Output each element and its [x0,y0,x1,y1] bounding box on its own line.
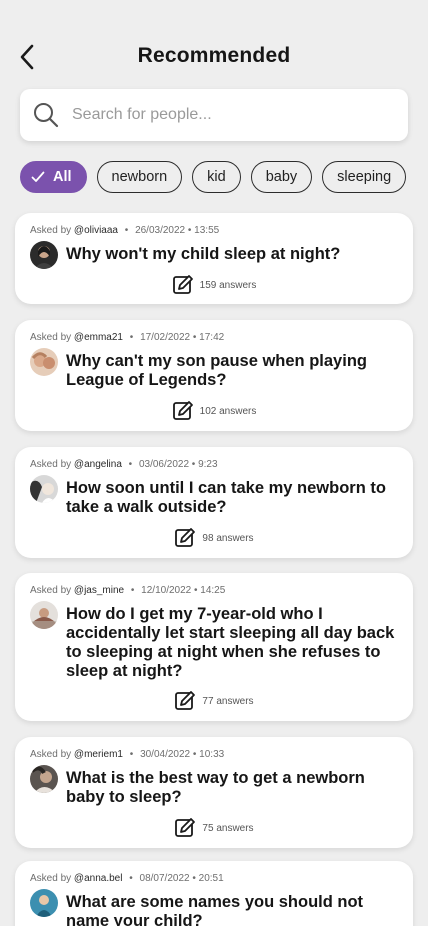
answers-label: 159 answers [199,279,257,291]
question-text[interactable]: How soon until I can take my newborn to … [66,479,401,517]
edit-icon [175,818,196,837]
chip-sleeping[interactable]: sleeping [322,161,407,193]
edit-icon [172,401,193,420]
question-card[interactable]: Asked by @oliviaaa • 26/03/2022 • 13:55 … [15,213,413,304]
answers-label: 77 answers [202,695,254,707]
question-text[interactable]: Why can't my son pause when playing Leag… [66,352,401,390]
question-card[interactable]: Asked by @emma21 • 17/02/2022 • 17:42 Wh… [15,320,413,431]
question-card[interactable]: Asked by @jas_mine • 12/10/2022 • 14:25 … [15,573,413,721]
answers-count[interactable]: 77 answers [15,690,413,712]
avatar[interactable] [30,475,58,503]
asked-by-label: Asked by [30,225,72,236]
answers-count[interactable]: 75 answers [15,817,413,839]
asked-by-label: Asked by [30,332,72,343]
check-icon [31,171,45,182]
avatar[interactable] [30,601,58,629]
chip-label: newborn [111,169,168,185]
question-text[interactable]: What are some names you should not name … [66,893,401,926]
answers-count[interactable]: 98 answers [15,527,413,549]
separator: • [129,332,134,343]
avatar[interactable] [30,889,58,917]
author-handle[interactable]: @oliviaaa [74,225,118,236]
separator: • [129,873,133,884]
answers-count[interactable]: 159 answers [15,274,413,296]
answers-label: 102 answers [199,405,257,417]
chip-baby[interactable]: baby [250,161,313,193]
chip-label: sleeping [337,169,392,185]
separator: • [129,749,134,760]
question-meta: Asked by @angelina • 03/06/2022 • 9:23 [30,459,218,470]
question-meta: Asked by @oliviaaa • 26/03/2022 • 13:55 [30,225,219,236]
header: Recommended [0,36,428,78]
chip-label: All [53,169,72,185]
question-datetime: 12/10/2022 • 14:25 [141,585,226,596]
question-meta: Asked by @jas_mine • 12/10/2022 • 14:25 [30,585,225,596]
author-handle[interactable]: @emma21 [74,332,123,343]
author-handle[interactable]: @meriem1 [74,749,123,760]
edit-icon [175,691,196,710]
question-card[interactable]: Asked by @meriem1 • 30/04/2022 • 10:33 W… [15,737,413,848]
asked-by-label: Asked by [30,873,72,884]
chip-kid[interactable]: kid [192,161,241,193]
chip-all[interactable]: All [20,161,87,193]
edit-icon [172,275,193,294]
question-datetime: 17/02/2022 • 17:42 [140,332,225,343]
question-meta: Asked by @emma21 • 17/02/2022 • 17:42 [30,332,224,343]
question-datetime: 03/06/2022 • 9:23 [138,459,218,470]
question-datetime: 30/04/2022 • 10:33 [140,749,225,760]
answers-label: 98 answers [202,532,254,544]
question-datetime: 08/07/2022 • 20:51 [139,873,224,884]
question-text[interactable]: How do I get my 7-year-old who I acciden… [66,605,401,681]
question-text[interactable]: Why won't my child sleep at night? [66,245,401,264]
edit-icon [175,528,196,547]
separator: • [130,585,135,596]
avatar[interactable] [30,241,58,269]
question-card[interactable]: Asked by @angelina • 03/06/2022 • 9:23 H… [15,447,413,558]
chip-newborn[interactable]: newborn [96,161,183,193]
search-icon [34,103,59,128]
question-meta: Asked by @anna.bel • 08/07/2022 • 20:51 [30,873,224,884]
asked-by-label: Asked by [30,585,72,596]
question-card[interactable]: Asked by @anna.bel • 08/07/2022 • 20:51 … [15,861,413,926]
page-title: Recommended [137,44,291,67]
search-bar[interactable] [20,89,408,141]
filter-chips: All newborn kid baby sleeping [20,161,407,193]
answers-label: 75 answers [202,822,254,834]
chip-label: baby [265,169,298,185]
screen: Recommended All newborn kid baby sleepin… [0,0,428,926]
author-handle[interactable]: @jas_mine [74,585,124,596]
asked-by-label: Asked by [30,459,72,470]
author-handle[interactable]: @angelina [74,459,122,470]
question-meta: Asked by @meriem1 • 30/04/2022 • 10:33 [30,749,224,760]
answers-count[interactable]: 102 answers [15,400,413,422]
separator: • [124,225,129,236]
search-input[interactable] [72,106,372,124]
separator: • [128,459,133,470]
chip-label: kid [207,169,226,185]
asked-by-label: Asked by [30,749,72,760]
question-text[interactable]: What is the best way to get a newborn ba… [66,769,401,807]
question-datetime: 26/03/2022 • 13:55 [135,225,220,236]
avatar[interactable] [30,765,58,793]
author-handle[interactable]: @anna.bel [74,873,123,884]
avatar[interactable] [30,348,58,376]
